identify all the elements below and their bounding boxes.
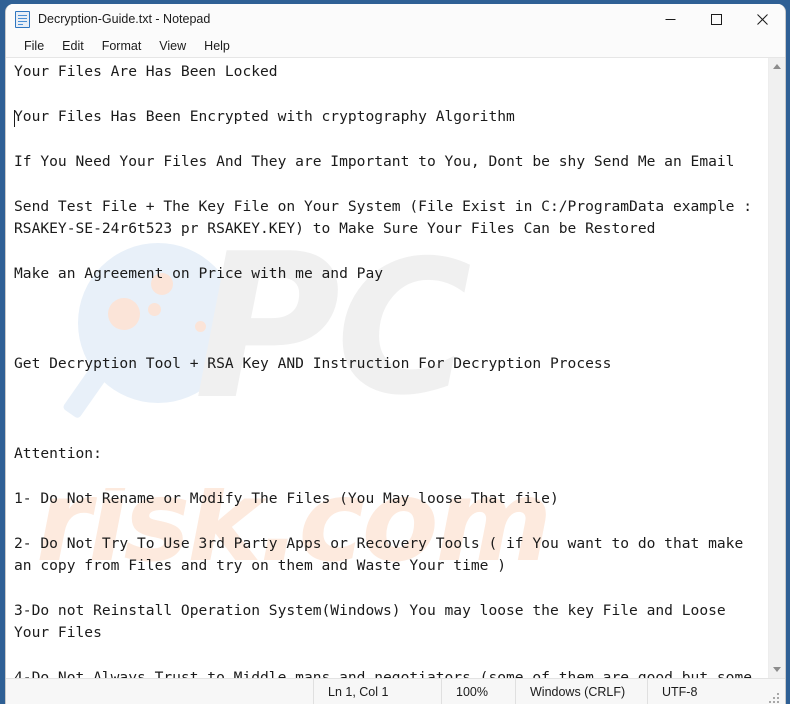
window-title: Decryption-Guide.txt - Notepad (38, 12, 211, 27)
status-encoding[interactable]: UTF-8 (647, 678, 765, 704)
editor-area: P C risk.com Your Files Are Has Been Loc… (6, 57, 785, 678)
scroll-up-arrow-icon[interactable] (769, 58, 785, 75)
menu-item-edit[interactable]: Edit (53, 40, 93, 53)
menu-item-view[interactable]: View (150, 40, 195, 53)
menu-item-help[interactable]: Help (195, 40, 239, 53)
ransom-note-text[interactable]: Your Files Are Has Been Locked Your File… (6, 58, 768, 678)
text-editor[interactable]: P C risk.com Your Files Are Has Been Loc… (6, 58, 768, 678)
status-cursor-position[interactable]: Ln 1, Col 1 (313, 678, 441, 704)
minimize-icon[interactable] (647, 4, 693, 35)
notepad-document-icon (15, 11, 30, 28)
menu-bar: File Edit Format View Help (6, 35, 785, 57)
vertical-scrollbar[interactable] (768, 58, 785, 678)
text-caret (14, 110, 15, 127)
status-bar: Ln 1, Col 1 100% Windows (CRLF) UTF-8 (6, 678, 785, 704)
resize-grip-icon[interactable] (765, 679, 781, 704)
notepad-window: Decryption-Guide.txt - Notepad File Edit… (5, 4, 786, 704)
window-controls (647, 4, 785, 35)
close-icon[interactable] (739, 4, 785, 35)
menu-item-file[interactable]: File (15, 40, 53, 53)
scroll-down-arrow-icon[interactable] (769, 661, 785, 678)
title-bar-left: Decryption-Guide.txt - Notepad (6, 11, 647, 28)
maximize-icon[interactable] (693, 4, 739, 35)
status-line-ending[interactable]: Windows (CRLF) (515, 678, 647, 704)
status-zoom-level[interactable]: 100% (441, 678, 515, 704)
menu-item-format[interactable]: Format (93, 40, 151, 53)
title-bar: Decryption-Guide.txt - Notepad (6, 4, 785, 35)
